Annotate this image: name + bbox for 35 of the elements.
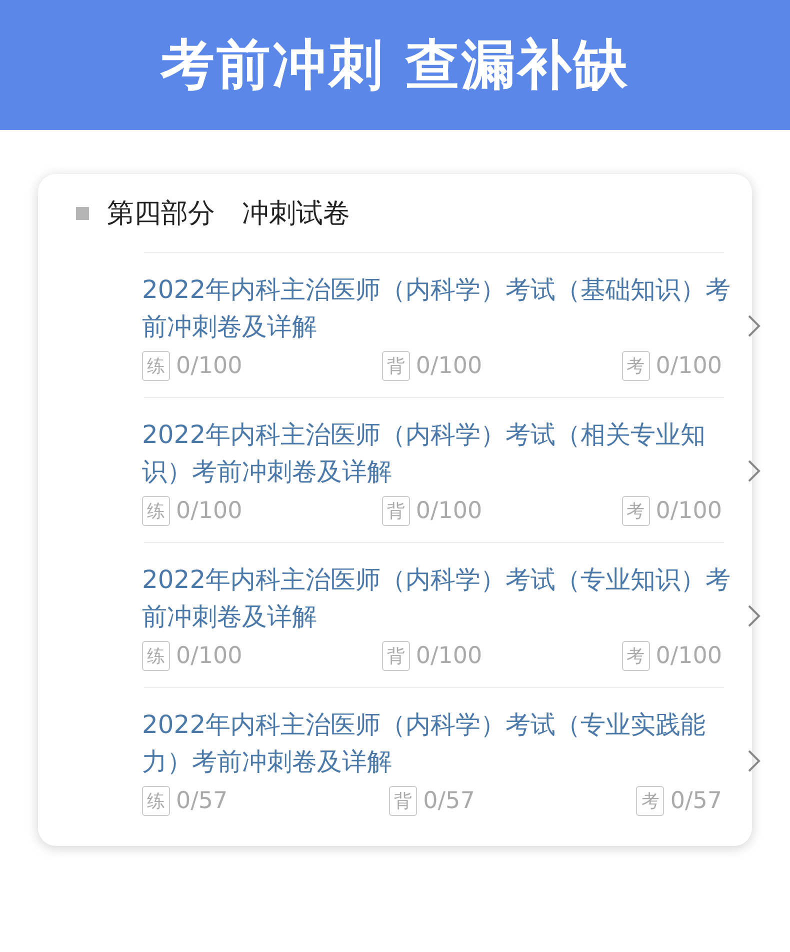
exam-title-link[interactable]: 2022年内科主治医师（内科学）考试（专业实践能力）考前冲刺卷及详解 xyxy=(142,706,732,780)
stat-label: 练 xyxy=(142,351,170,381)
stat-label: 背 xyxy=(382,496,410,526)
stat-count: 0/57 xyxy=(176,788,228,814)
exam-title-link[interactable]: 2022年内科主治医师（内科学）考试（相关专业知识）考前冲刺卷及详解 xyxy=(142,416,732,490)
chevron-right-icon[interactable] xyxy=(746,313,762,339)
exam-title-link[interactable]: 2022年内科主治医师（内科学）考试（基础知识）考前冲刺卷及详解 xyxy=(142,271,732,345)
stat-count: 0/100 xyxy=(176,643,242,669)
exam-title-link[interactable]: 2022年内科主治医师（内科学）考试（专业知识）考前冲刺卷及详解 xyxy=(142,561,732,635)
banner-title: 考前冲刺 查漏补缺 xyxy=(160,32,630,98)
chevron-right-icon[interactable] xyxy=(746,458,762,484)
stat-label: 背 xyxy=(382,641,410,671)
stat-label: 练 xyxy=(142,496,170,526)
chevron-right-icon[interactable] xyxy=(746,748,762,774)
stat-label: 背 xyxy=(382,351,410,381)
section-title: 第四部分 冲刺试卷 xyxy=(107,197,350,231)
stat-label: 背 xyxy=(389,786,418,816)
stat-count: 0/100 xyxy=(176,498,242,524)
stat-label: 练 xyxy=(142,641,170,671)
stat-count: 0/100 xyxy=(416,498,482,524)
stat-count: 0/100 xyxy=(656,643,722,669)
stat-count: 0/100 xyxy=(176,353,242,379)
chevron-right-icon[interactable] xyxy=(746,603,762,629)
stat-count: 0/100 xyxy=(656,353,722,379)
stat-label: 考 xyxy=(622,496,650,526)
stat-count: 0/57 xyxy=(423,788,475,814)
square-icon xyxy=(76,206,89,220)
stat-count: 0/100 xyxy=(656,498,722,524)
stat-label: 考 xyxy=(622,351,650,381)
stat-label: 考 xyxy=(622,641,650,671)
stat-label: 练 xyxy=(142,786,170,816)
stat-count: 0/100 xyxy=(416,643,482,669)
stat-count: 0/100 xyxy=(416,353,482,379)
stat-count: 0/57 xyxy=(670,788,722,814)
stat-label: 考 xyxy=(636,786,664,816)
